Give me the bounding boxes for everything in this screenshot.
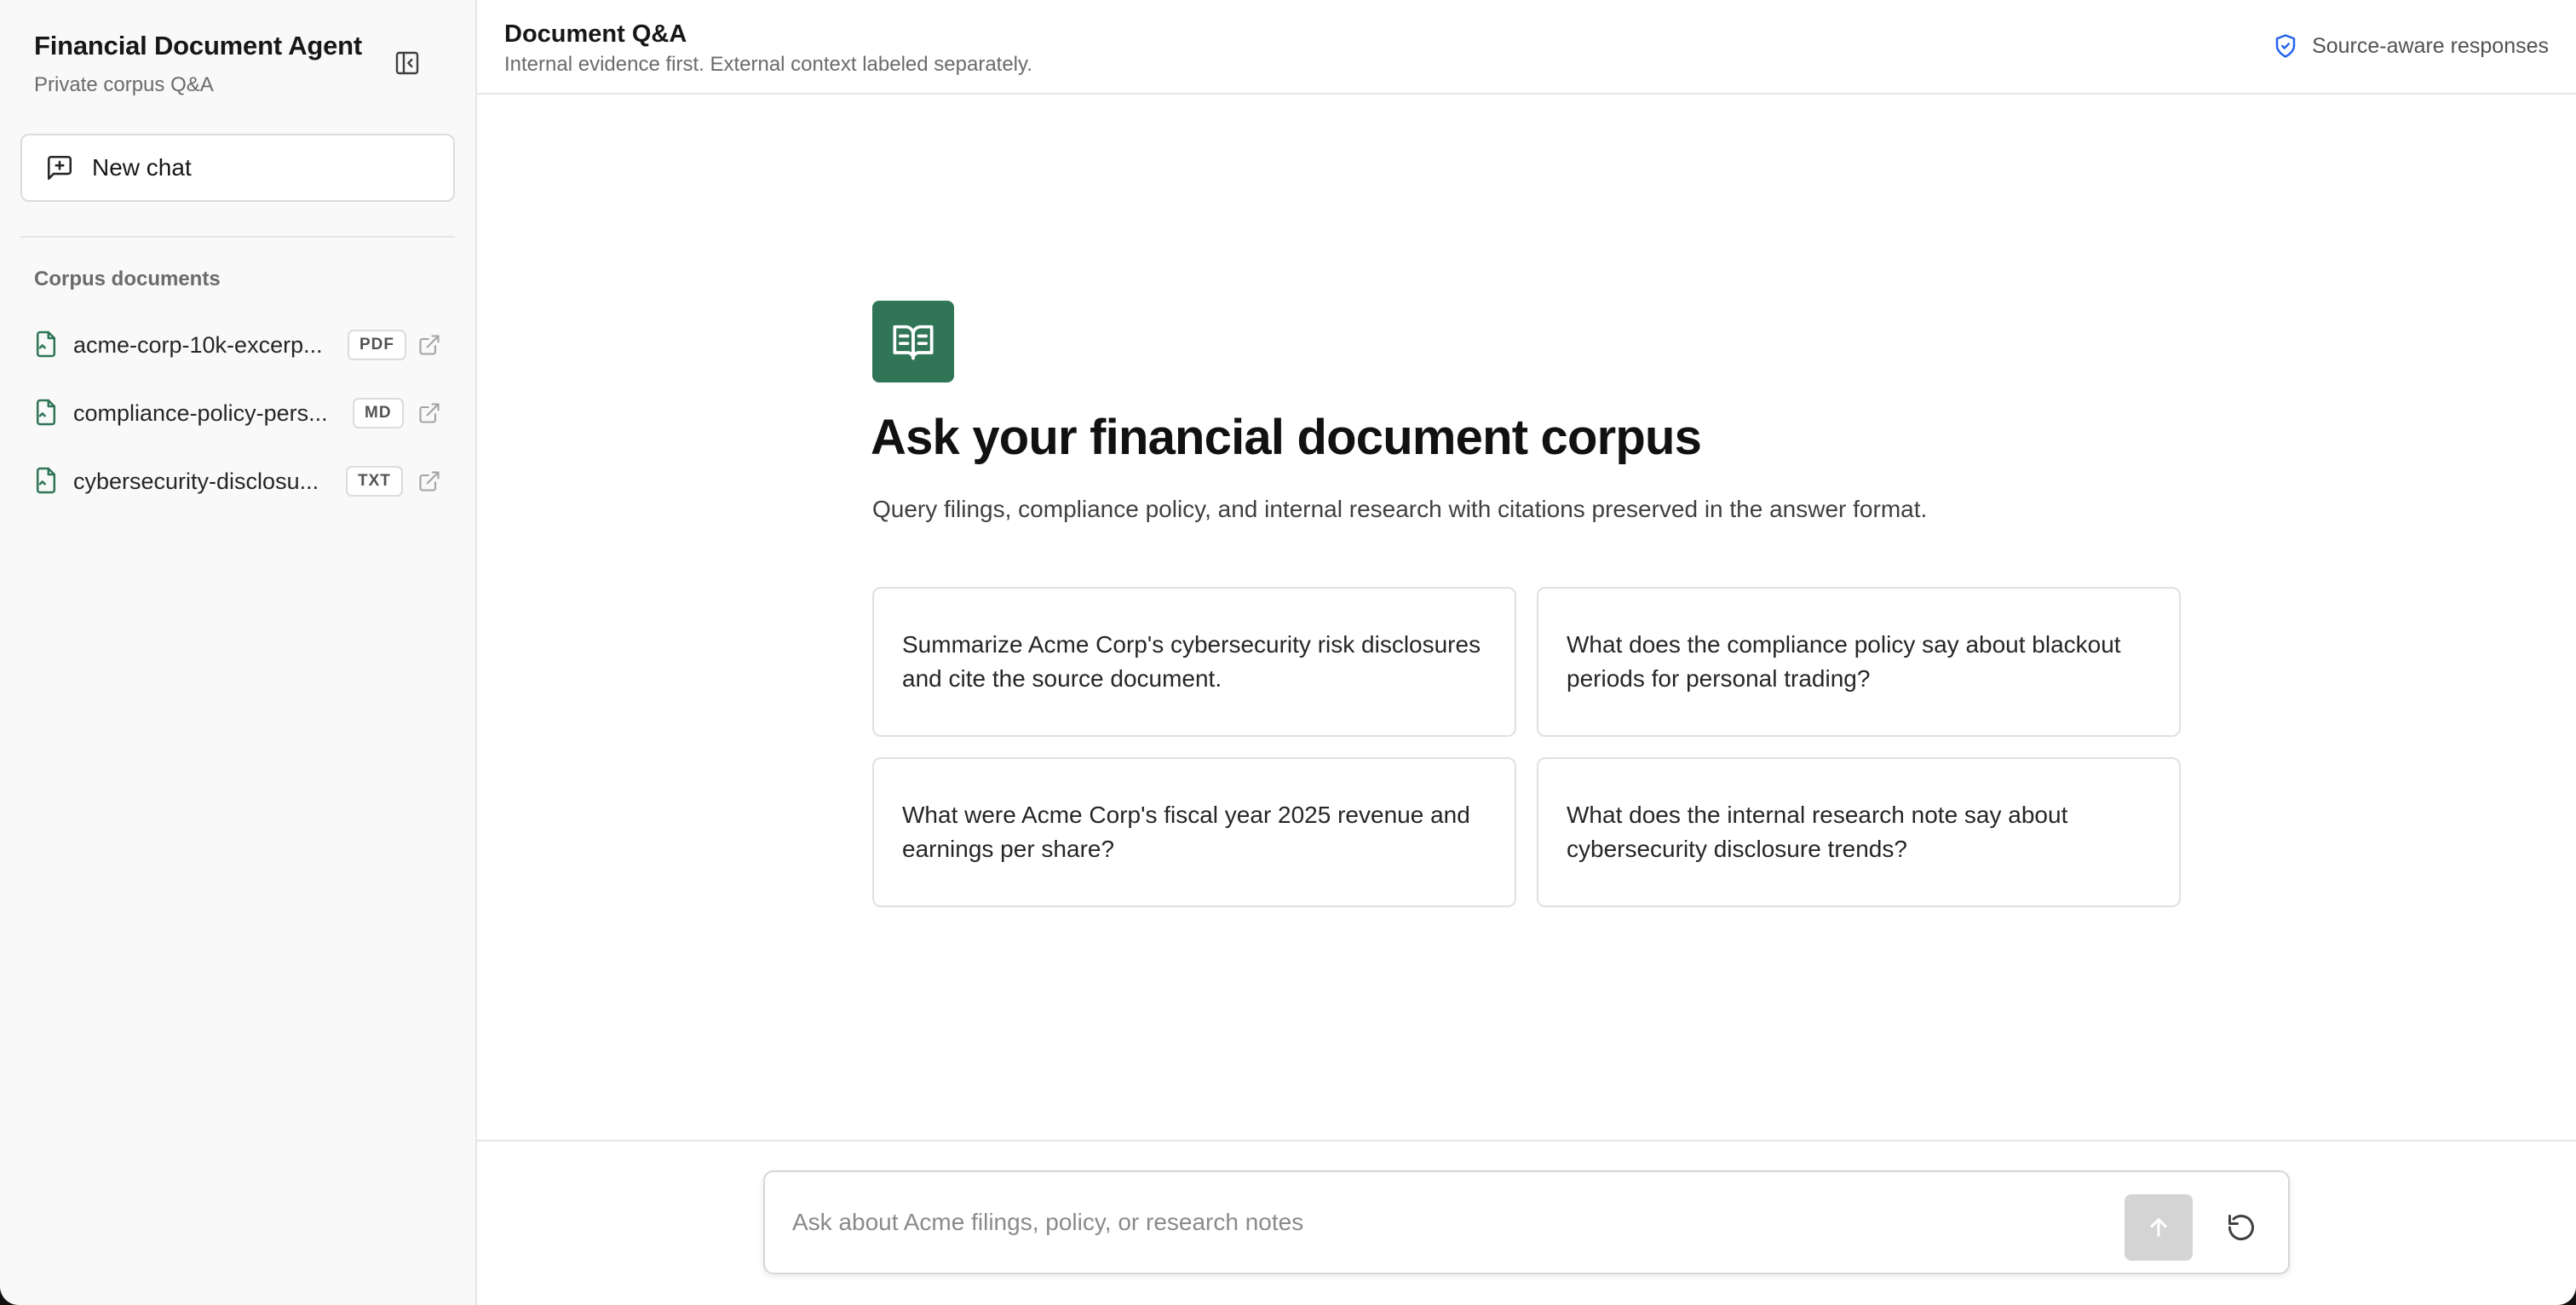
suggestion-card[interactable]: Summarize Acme Corp's cybersecurity risk…	[872, 587, 1516, 737]
suggestion-card[interactable]: What were Acme Corp's fiscal year 2025 r…	[872, 757, 1516, 907]
file-type-badge: TXT	[346, 466, 403, 497]
file-icon	[36, 467, 56, 494]
file-icon	[36, 331, 56, 358]
sidebar: Financial Document Agent Private corpus …	[0, 0, 477, 1305]
open-book-icon	[872, 301, 954, 382]
panel-collapse-icon	[395, 51, 419, 75]
file-type-badge: PDF	[348, 330, 406, 360]
composer	[763, 1170, 2290, 1274]
file-type-badge: MD	[353, 398, 404, 428]
app-subtitle: Private corpus Q&A	[34, 73, 214, 96]
page-title: Document Q&A	[504, 20, 687, 48]
suggestion-card[interactable]: What does the internal research note say…	[1537, 757, 2181, 907]
source-aware-label: Source-aware responses	[2312, 33, 2549, 58]
corpus-heading: Corpus documents	[34, 267, 221, 290]
document-name: acme-corp-10k-excerp...	[73, 332, 323, 358]
app-window: Financial Document Agent Private corpus …	[0, 0, 2576, 1305]
external-link-icon[interactable]	[417, 469, 441, 493]
question-input[interactable]	[792, 1194, 2104, 1250]
document-item-compliance-policy[interactable]: compliance-policy-pers... MD	[0, 379, 477, 447]
new-chat-button[interactable]: New chat	[20, 134, 455, 202]
new-chat-label: New chat	[92, 154, 192, 181]
file-icon	[36, 399, 56, 426]
collapse-sidebar-button[interactable]	[390, 46, 424, 80]
document-item-acme-10k[interactable]: acme-corp-10k-excerp... PDF	[0, 311, 477, 379]
message-plus-icon	[44, 152, 75, 183]
reset-conversation-button[interactable]	[2222, 1208, 2261, 1247]
empty-state-description: Query filings, compliance policy, and in…	[872, 496, 1928, 522]
source-aware-badge: Source-aware responses	[2273, 32, 2549, 60]
document-item-cybersecurity-disclosure[interactable]: cybersecurity-disclosu... TXT	[0, 447, 477, 515]
document-name: compliance-policy-pers...	[73, 400, 328, 426]
app-title: Financial Document Agent	[34, 31, 363, 60]
shield-check-icon	[2275, 34, 2296, 58]
top-header: Document Q&A Internal evidence first. Ex…	[477, 0, 2576, 95]
empty-state-title: Ask your financial document corpus	[871, 410, 1702, 465]
suggestion-card[interactable]: What does the compliance policy say abou…	[1537, 587, 2181, 737]
external-link-icon[interactable]	[417, 333, 441, 357]
sidebar-divider	[20, 236, 455, 238]
document-name: cybersecurity-disclosu...	[73, 469, 319, 494]
external-link-icon[interactable]	[417, 401, 441, 425]
page-subtitle: Internal evidence first. External contex…	[504, 53, 1032, 76]
refresh-icon	[2228, 1215, 2254, 1241]
arrow-up-icon	[2150, 1218, 2167, 1237]
send-button[interactable]	[2125, 1194, 2193, 1261]
document-list: acme-corp-10k-excerp... PDF compliance-p…	[0, 311, 477, 515]
